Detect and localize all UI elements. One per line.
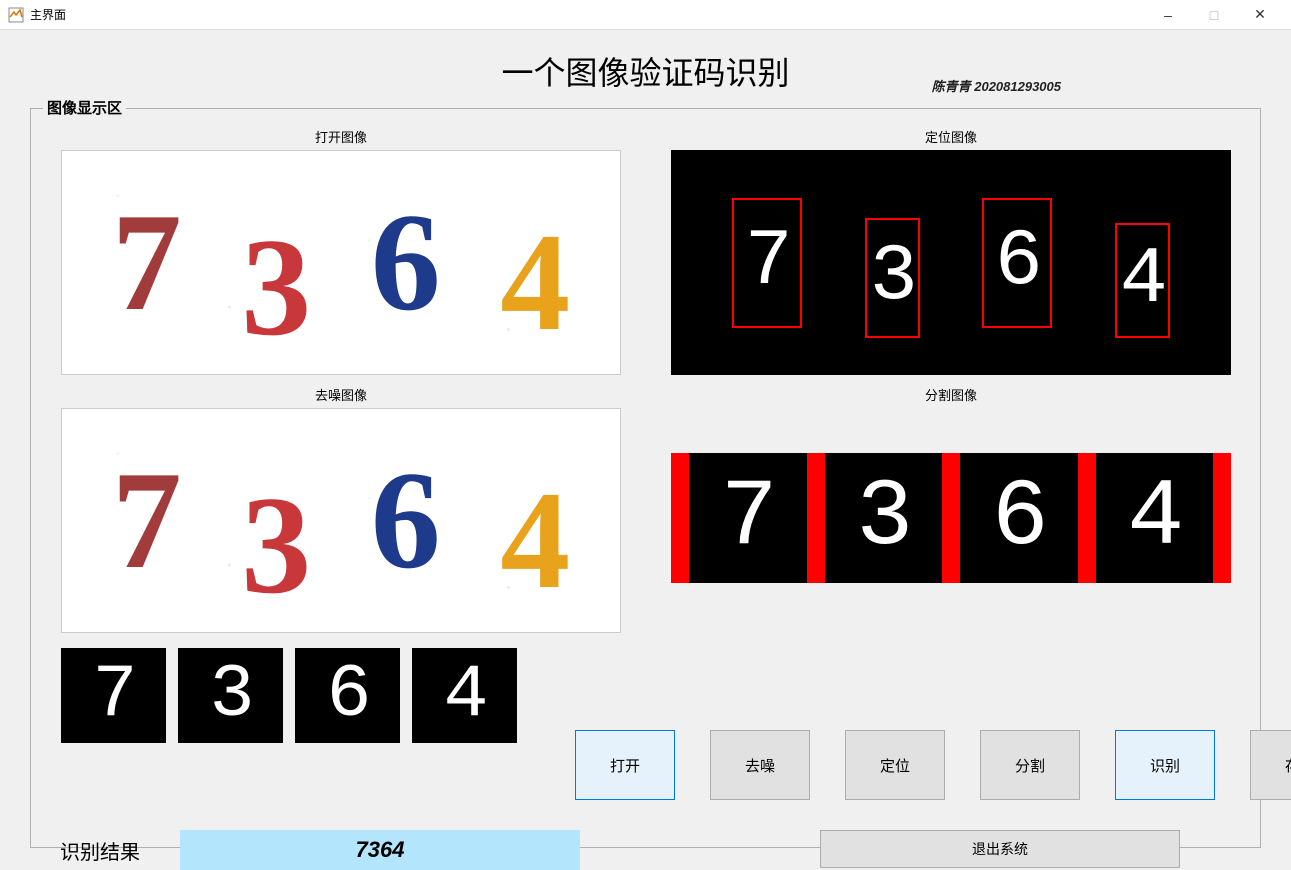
panel-locate-label: 定位图像 (671, 127, 1231, 146)
locate-button[interactable]: 定位 (845, 730, 945, 800)
located-digit-box: 4 (1115, 223, 1170, 338)
segment-cell: 4 (1096, 453, 1214, 583)
digit-preview-row: 7364 (61, 648, 1230, 743)
digit-preview: 3 (178, 648, 283, 743)
close-button[interactable]: ✕ (1237, 0, 1283, 30)
header: 一个图像验证码识别 陈青青 202081293005 (30, 40, 1261, 100)
panel-open-label: 打开图像 (61, 127, 621, 146)
captcha-digit: 4 (500, 471, 570, 611)
maximize-button[interactable]: □ (1191, 0, 1237, 30)
located-digit-box: 3 (865, 218, 920, 338)
captcha-digit: 7 (112, 193, 182, 333)
save-button[interactable]: 存储 (1250, 730, 1291, 800)
captcha-digit: 7 (112, 451, 182, 591)
captcha-digit: 3 (241, 476, 311, 616)
denoise-button[interactable]: 去噪 (710, 730, 810, 800)
page-title: 一个图像验证码识别 (501, 48, 789, 94)
segment-image: 7364 (671, 408, 1231, 633)
panel-segment: 分割图像 7364 (671, 385, 1231, 633)
segment-cell: 7 (689, 453, 807, 583)
groupbox-title: 图像显示区 (43, 97, 126, 118)
digit-preview: 4 (412, 648, 517, 743)
exit-button[interactable]: 退出系统 (820, 830, 1180, 868)
result-row: 识别结果 7364 (60, 830, 580, 870)
recognize-button[interactable]: 识别 (1115, 730, 1215, 800)
panel-denoise-label: 去噪图像 (61, 385, 621, 404)
captcha-digit: 6 (371, 451, 441, 591)
digit-preview: 7 (61, 648, 166, 743)
captcha-digit: 4 (500, 213, 570, 353)
result-value: 7364 (180, 830, 580, 870)
digit-preview: 6 (295, 648, 400, 743)
author-label: 陈青青 202081293005 (932, 76, 1061, 95)
panel-denoise: 去噪图像 7364 (61, 385, 621, 633)
located-digit-box: 7 (732, 198, 802, 328)
panel-locate: 定位图像 7364 (671, 127, 1231, 375)
open-button[interactable]: 打开 (575, 730, 675, 800)
app-icon (8, 7, 24, 23)
captcha-digit: 6 (371, 193, 441, 333)
button-row: 打开 去噪 定位 分割 识别 存储 (575, 730, 1291, 800)
panel-segment-label: 分割图像 (671, 385, 1231, 404)
segment-cell: 6 (960, 453, 1078, 583)
denoise-image: 7364 (61, 408, 621, 633)
titlebar: 主界面 – □ ✕ (0, 0, 1291, 30)
segment-cell: 3 (825, 453, 943, 583)
minimize-button[interactable]: – (1145, 0, 1191, 30)
captcha-digit: 3 (241, 218, 311, 358)
panel-open: 打开图像 7364 (61, 127, 621, 375)
locate-image: 7364 (671, 150, 1231, 375)
segment-button[interactable]: 分割 (980, 730, 1080, 800)
result-label: 识别结果 (60, 836, 140, 865)
window-title: 主界面 (30, 6, 66, 23)
located-digit-box: 6 (982, 198, 1052, 328)
open-image: 7364 (61, 150, 621, 375)
